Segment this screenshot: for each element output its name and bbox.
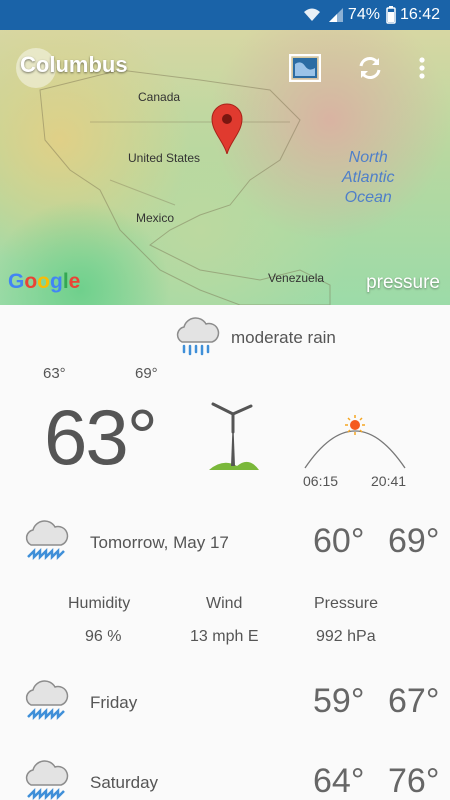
- forecast-row[interactable]: Saturday 64° 76°: [0, 753, 450, 800]
- wind-turbine-icon: [205, 400, 261, 477]
- forecast-low: 59°: [313, 682, 365, 720]
- battery-percent: 74%: [347, 6, 380, 23]
- city-title: Columbus: [20, 52, 128, 77]
- rain-cloud-icon: [176, 317, 220, 356]
- forecast-row-tomorrow[interactable]: Tomorrow, May 17 60° 69°: [0, 513, 450, 573]
- map-label-us: United States: [128, 151, 201, 165]
- map-layer-button[interactable]: [285, 48, 325, 88]
- map-layer-label: pressure: [366, 272, 440, 293]
- condition-text: moderate rain: [231, 328, 336, 347]
- forecast-low: 60°: [313, 522, 365, 560]
- pressure-value: 992 hPa: [316, 628, 376, 645]
- overflow-menu-button[interactable]: [402, 48, 442, 88]
- wifi-icon: [302, 7, 322, 23]
- google-logo: Google: [8, 270, 81, 293]
- location-pin-icon[interactable]: [210, 102, 244, 159]
- rain-cloud-icon: [25, 520, 69, 561]
- sun-icon: [345, 415, 365, 435]
- pressure-label: Pressure: [314, 595, 379, 612]
- rain-cloud-icon: [25, 680, 69, 721]
- battery-icon: [386, 6, 396, 24]
- forecast-high: 76°: [388, 762, 440, 800]
- map-label-mexico: Mexico: [136, 211, 175, 225]
- sunrise-time: 06:15: [303, 473, 339, 489]
- refresh-icon: [359, 57, 381, 79]
- current-high: 69°: [135, 365, 158, 382]
- wind-label: Wind: [206, 595, 243, 612]
- forecast-high: 69°: [388, 522, 440, 560]
- forecast-day: Friday: [90, 693, 138, 712]
- current-condition: moderate rain: [0, 310, 450, 360]
- signal-icon: [328, 7, 344, 23]
- forecast-day: Saturday: [90, 773, 159, 792]
- map-icon: [289, 54, 321, 82]
- forecast-low: 64°: [313, 762, 365, 800]
- humidity-label: Humidity: [68, 595, 131, 612]
- map-label-canada: Canada: [138, 90, 181, 104]
- current-low: 63°: [43, 365, 66, 382]
- refresh-button[interactable]: [350, 48, 390, 88]
- forecast-row[interactable]: Friday 59° 67°: [0, 673, 450, 733]
- sunset-time: 20:41: [371, 473, 407, 489]
- forecast-day: Tomorrow, May 17: [90, 533, 229, 552]
- humidity-value: 96 %: [85, 628, 122, 645]
- current-temperature: 63°: [44, 393, 158, 481]
- more-vert-icon: [419, 57, 425, 79]
- sun-arc: [302, 412, 408, 477]
- map-label-venezuela: Venezuela: [268, 271, 325, 285]
- wind-value: 13 mph E: [190, 628, 259, 645]
- weather-map[interactable]: Columbus Canada United States Mexico Ven…: [0, 30, 450, 305]
- forecast-high: 67°: [388, 682, 440, 720]
- map-label-ocean: North Atlantic Ocean: [342, 149, 395, 206]
- status-bar: 74% 16:42: [0, 0, 450, 30]
- rain-cloud-icon: [25, 760, 69, 800]
- clock: 16:42: [399, 6, 440, 23]
